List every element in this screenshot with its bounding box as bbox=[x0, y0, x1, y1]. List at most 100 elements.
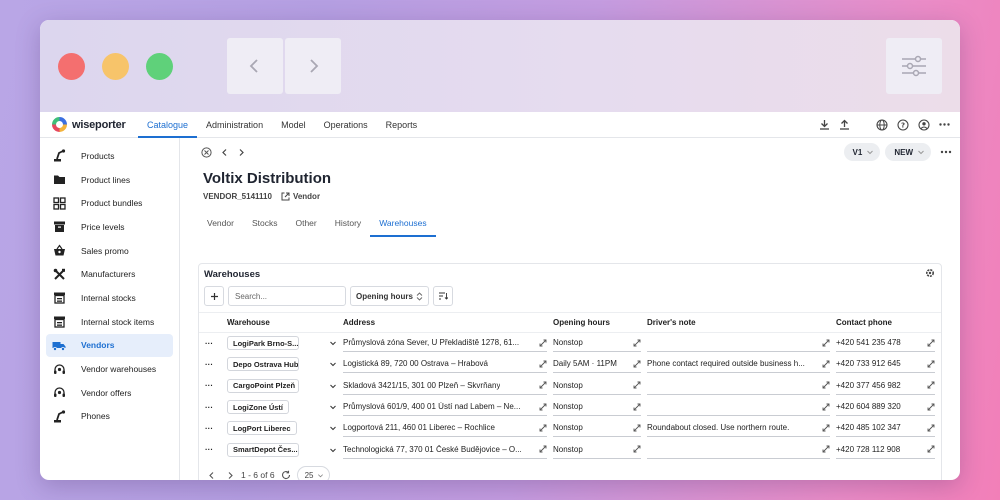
nav-operations[interactable]: Operations bbox=[315, 112, 377, 138]
chevron-down-icon[interactable] bbox=[329, 446, 337, 454]
minimize-window-button[interactable] bbox=[102, 53, 129, 80]
expand-icon[interactable] bbox=[539, 360, 547, 368]
previous-record-button[interactable] bbox=[220, 148, 229, 157]
phone-cell[interactable]: +420 604 889 320 bbox=[836, 402, 901, 411]
sidebar-item-vendor-offers[interactable]: Vendor offers bbox=[46, 381, 173, 405]
status-select[interactable]: NEW bbox=[885, 143, 931, 161]
expand-icon[interactable] bbox=[633, 381, 641, 389]
row-menu-button[interactable]: ··· bbox=[199, 418, 227, 439]
sort-filter-button[interactable] bbox=[433, 286, 453, 306]
page-size-select[interactable]: 25 bbox=[296, 466, 331, 480]
tab-warehouses[interactable]: Warehouses bbox=[370, 213, 436, 237]
app-logo[interactable]: wiseporter bbox=[52, 117, 138, 132]
record-type-link[interactable]: Vendor bbox=[281, 192, 320, 201]
nav-model[interactable]: Model bbox=[272, 112, 315, 138]
note-cell[interactable]: Roundabout closed. Use northern route. bbox=[647, 423, 789, 432]
version-select[interactable]: V1 bbox=[843, 143, 881, 161]
expand-icon[interactable] bbox=[539, 403, 547, 411]
help-icon[interactable]: ? bbox=[897, 118, 909, 131]
expand-icon[interactable] bbox=[927, 339, 935, 347]
expand-icon[interactable] bbox=[539, 445, 547, 453]
phone-cell[interactable]: +420 733 912 645 bbox=[836, 359, 901, 368]
phone-cell[interactable]: +420 728 112 908 bbox=[836, 445, 900, 454]
next-page-icon[interactable] bbox=[226, 471, 235, 480]
next-record-button[interactable] bbox=[237, 148, 246, 157]
expand-icon[interactable] bbox=[927, 424, 935, 432]
refresh-icon[interactable] bbox=[281, 470, 291, 480]
address-cell[interactable]: Logportová 211, 460 01 Liberec – Rochlic… bbox=[343, 423, 495, 432]
hours-cell[interactable]: Nonstop bbox=[553, 445, 583, 454]
close-window-button[interactable] bbox=[58, 53, 85, 80]
warehouse-chip[interactable]: CargoPoint Plzeň bbox=[227, 378, 299, 393]
panel-settings-button[interactable] bbox=[925, 268, 935, 281]
phone-cell[interactable]: +420 485 102 347 bbox=[836, 423, 901, 432]
maximize-window-button[interactable] bbox=[146, 53, 173, 80]
globe-icon[interactable] bbox=[876, 118, 888, 131]
hours-cell[interactable]: Daily 5AM · 11PM bbox=[553, 359, 617, 368]
sidebar-item-manufacturers[interactable]: Manufacturers bbox=[46, 262, 173, 286]
column-header-address[interactable]: Address bbox=[343, 312, 553, 333]
column-header-note[interactable]: Driver's note bbox=[647, 312, 836, 333]
expand-icon[interactable] bbox=[633, 445, 641, 453]
sidebar-item-products[interactable]: Products bbox=[46, 144, 173, 168]
expand-icon[interactable] bbox=[633, 360, 641, 368]
chevron-down-icon[interactable] bbox=[329, 360, 337, 368]
expand-icon[interactable] bbox=[822, 445, 830, 453]
sidebar-item-internal-stocks[interactable]: Internal stocks bbox=[46, 286, 173, 310]
search-input[interactable] bbox=[228, 286, 346, 306]
column-header-phone[interactable]: Contact phone bbox=[836, 312, 941, 333]
tab-vendor[interactable]: Vendor bbox=[198, 213, 243, 237]
chevron-down-icon[interactable] bbox=[329, 424, 337, 432]
row-menu-button[interactable]: ··· bbox=[199, 375, 227, 396]
phone-cell[interactable]: +420 377 456 982 bbox=[836, 381, 901, 390]
expand-icon[interactable] bbox=[927, 403, 935, 411]
tab-other[interactable]: Other bbox=[286, 213, 325, 237]
nav-reports[interactable]: Reports bbox=[377, 112, 427, 138]
column-header-hours[interactable]: Opening hours bbox=[553, 312, 647, 333]
browser-menu-button[interactable] bbox=[886, 38, 942, 94]
row-menu-button[interactable]: ··· bbox=[199, 354, 227, 375]
expand-icon[interactable] bbox=[539, 424, 547, 432]
warehouse-chip[interactable]: Depo Ostrava Hub bbox=[227, 357, 299, 372]
warehouse-chip[interactable]: SmartDepot Čes... bbox=[227, 442, 299, 457]
sidebar-item-price-levels[interactable]: Price levels bbox=[46, 215, 173, 239]
sidebar-item-phones[interactable]: Phones bbox=[46, 405, 173, 429]
expand-icon[interactable] bbox=[822, 360, 830, 368]
tab-history[interactable]: History bbox=[326, 213, 370, 237]
filter-column-select[interactable]: Opening hours bbox=[350, 286, 429, 306]
expand-icon[interactable] bbox=[539, 339, 547, 347]
address-cell[interactable]: Průmyslová 601/9, 400 01 Ústí nad Labem … bbox=[343, 402, 520, 411]
more-icon[interactable] bbox=[939, 119, 950, 130]
hours-cell[interactable]: Nonstop bbox=[553, 402, 583, 411]
address-cell[interactable]: Průmyslová zóna Sever, U Překladiště 127… bbox=[343, 338, 519, 347]
expand-icon[interactable] bbox=[633, 339, 641, 347]
close-record-button[interactable] bbox=[201, 146, 212, 158]
browser-forward-button[interactable] bbox=[285, 38, 341, 94]
more-icon[interactable] bbox=[940, 147, 952, 157]
note-cell[interactable]: Phone contact required outside business … bbox=[647, 359, 805, 368]
address-cell[interactable]: Skladová 3421/15, 301 00 Plzeň – Skvrňan… bbox=[343, 381, 500, 390]
hours-cell[interactable]: Nonstop bbox=[553, 338, 583, 347]
download-icon[interactable] bbox=[819, 119, 830, 130]
tab-stocks[interactable]: Stocks bbox=[243, 213, 287, 237]
chevron-down-icon[interactable] bbox=[329, 339, 337, 347]
upload-icon[interactable] bbox=[839, 119, 850, 130]
row-menu-button[interactable]: ··· bbox=[199, 333, 227, 354]
sidebar-item-internal-stock-items[interactable]: Internal stock items bbox=[46, 310, 173, 334]
column-header-warehouse[interactable]: Warehouse bbox=[227, 312, 343, 333]
warehouse-chip[interactable]: LogiPark Brno-S... bbox=[227, 336, 299, 351]
address-cell[interactable]: Technologická 77, 370 01 České Budějovic… bbox=[343, 445, 522, 454]
user-icon[interactable] bbox=[918, 118, 930, 131]
sidebar-item-product-bundles[interactable]: Product bundles bbox=[46, 191, 173, 215]
address-cell[interactable]: Logistická 89, 720 00 Ostrava – Hrabová bbox=[343, 359, 488, 368]
expand-icon[interactable] bbox=[822, 424, 830, 432]
previous-page-icon[interactable] bbox=[207, 471, 216, 480]
sidebar-item-sales-promo[interactable]: Sales promo bbox=[46, 239, 173, 263]
browser-back-button[interactable] bbox=[227, 38, 283, 94]
expand-icon[interactable] bbox=[927, 381, 935, 389]
nav-catalogue[interactable]: Catalogue bbox=[138, 112, 198, 138]
expand-icon[interactable] bbox=[539, 381, 547, 389]
chevron-down-icon[interactable] bbox=[329, 382, 337, 390]
sidebar-item-product-lines[interactable]: Product lines bbox=[46, 168, 173, 192]
expand-icon[interactable] bbox=[633, 424, 641, 432]
